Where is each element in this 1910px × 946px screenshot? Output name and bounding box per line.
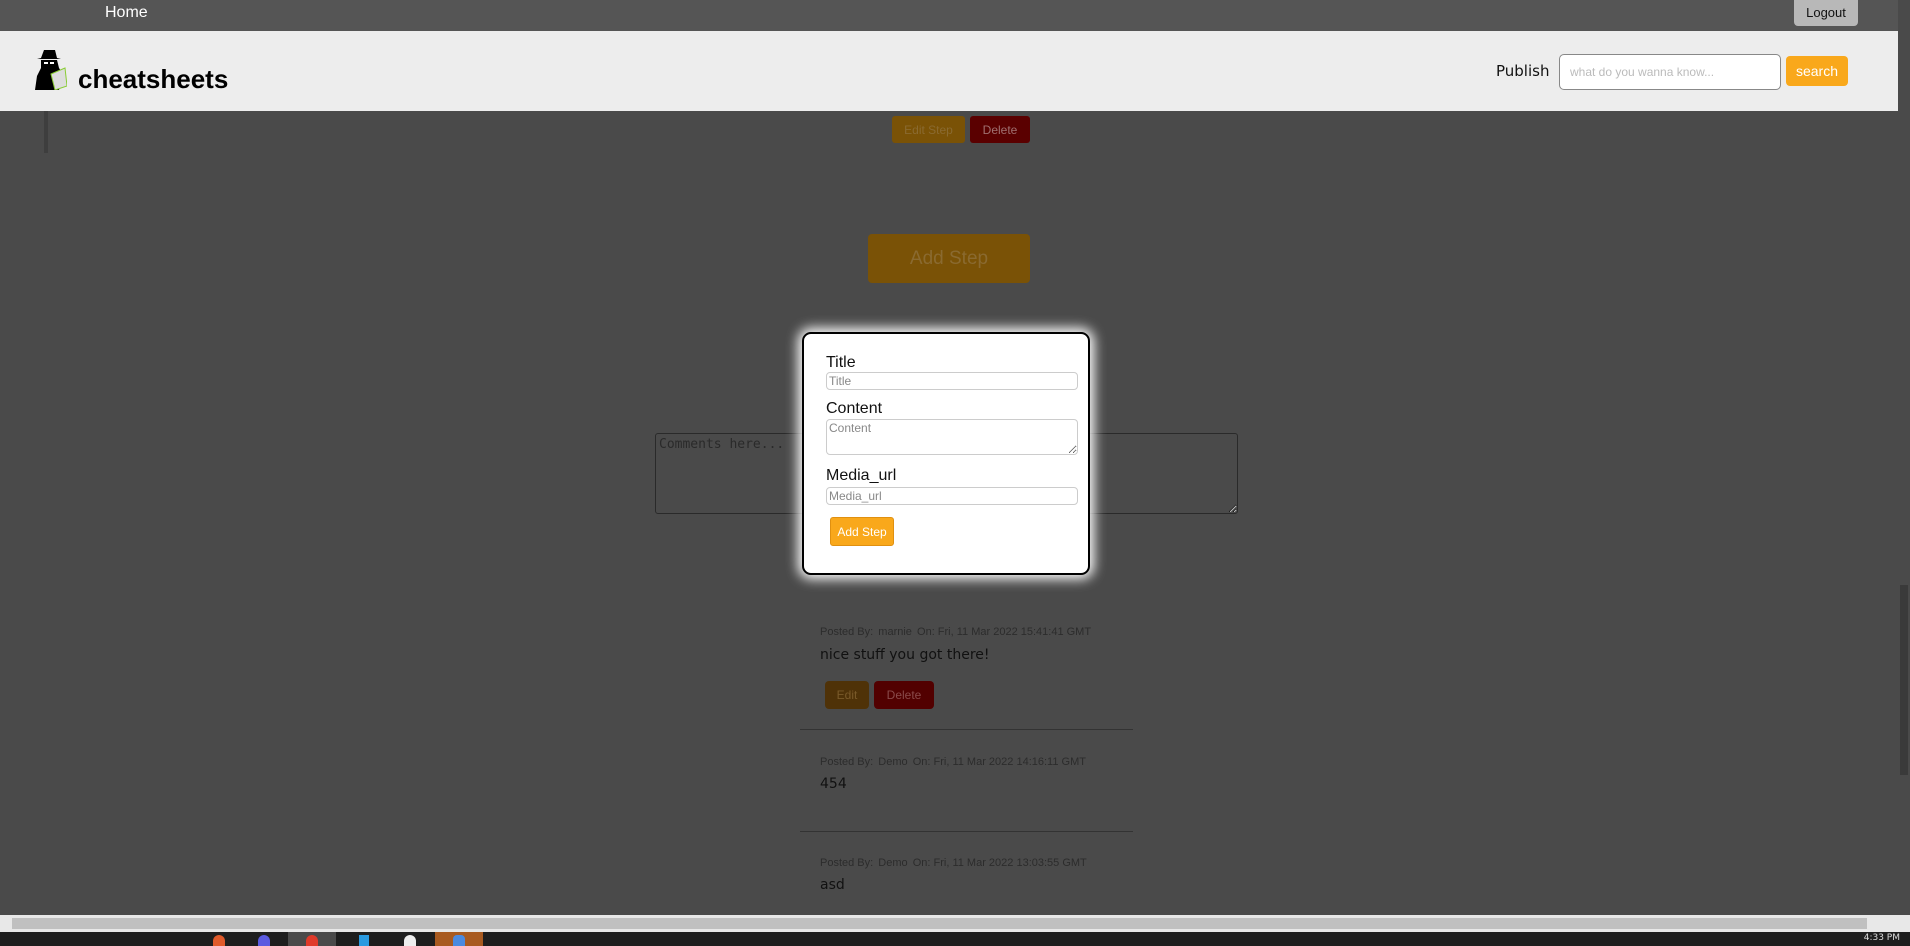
brand-name[interactable]: cheatsheets: [78, 64, 228, 95]
top-nav-bar: [0, 0, 1898, 31]
taskbar-app-icon[interactable]: [288, 932, 336, 946]
comment-author: Demo: [878, 857, 908, 869]
modal-add-step-button[interactable]: Add Step: [830, 517, 894, 546]
comment-text: asd: [820, 877, 845, 893]
search-button[interactable]: search: [1786, 56, 1848, 86]
publish-link[interactable]: Publish: [1496, 62, 1549, 80]
taskbar-clock[interactable]: 4:33 PM: [1864, 933, 1900, 943]
taskbar: 4:33 PM: [0, 932, 1910, 946]
spy-logo-icon: [35, 50, 67, 90]
comment-text: nice stuff you got there!: [820, 647, 990, 663]
comment-author: Demo: [878, 756, 908, 768]
search-input[interactable]: [1559, 54, 1781, 90]
media-url-input[interactable]: [826, 487, 1078, 505]
comment-meta: Posted By: Demo On: Fri, 11 Mar 2022 13:…: [820, 857, 1087, 869]
media-url-label: Media_url: [826, 467, 897, 484]
delete-comment-button[interactable]: Delete: [874, 681, 934, 709]
home-link[interactable]: Home: [105, 4, 148, 22]
horizontal-scroll-thumb[interactable]: [12, 918, 1867, 929]
add-step-modal: Title Content Media_url Add Step: [802, 332, 1090, 575]
edit-step-button[interactable]: Edit Step: [892, 116, 965, 143]
comment-divider: [800, 831, 1133, 832]
content-input[interactable]: [826, 419, 1078, 455]
taskbar-app-icon[interactable]: [240, 932, 288, 946]
taskbar-app-icon[interactable]: [195, 932, 243, 946]
comment-divider: [800, 729, 1133, 730]
comment-meta: Posted By: Demo On: Fri, 11 Mar 2022 14:…: [820, 756, 1086, 768]
content-label: Content: [826, 400, 883, 417]
comment-author: marnie: [878, 626, 912, 638]
taskbar-app-icon[interactable]: [340, 932, 388, 946]
vertical-scrollbar[interactable]: [1898, 0, 1910, 915]
comment-meta: Posted By: marnie On: Fri, 11 Mar 2022 1…: [820, 626, 1092, 638]
title-label: Title: [826, 354, 856, 371]
vertical-scroll-thumb[interactable]: [1900, 585, 1908, 775]
delete-step-button[interactable]: Delete: [970, 116, 1030, 143]
comment-text: 454: [820, 776, 847, 792]
logout-button[interactable]: Logout: [1794, 0, 1858, 26]
add-step-button[interactable]: Add Step: [868, 234, 1030, 283]
step-border-line: [44, 111, 48, 153]
edit-comment-button[interactable]: Edit: [825, 681, 869, 709]
title-input[interactable]: [826, 372, 1078, 390]
taskbar-app-icon[interactable]: [435, 932, 483, 946]
taskbar-app-icon[interactable]: [386, 932, 434, 946]
